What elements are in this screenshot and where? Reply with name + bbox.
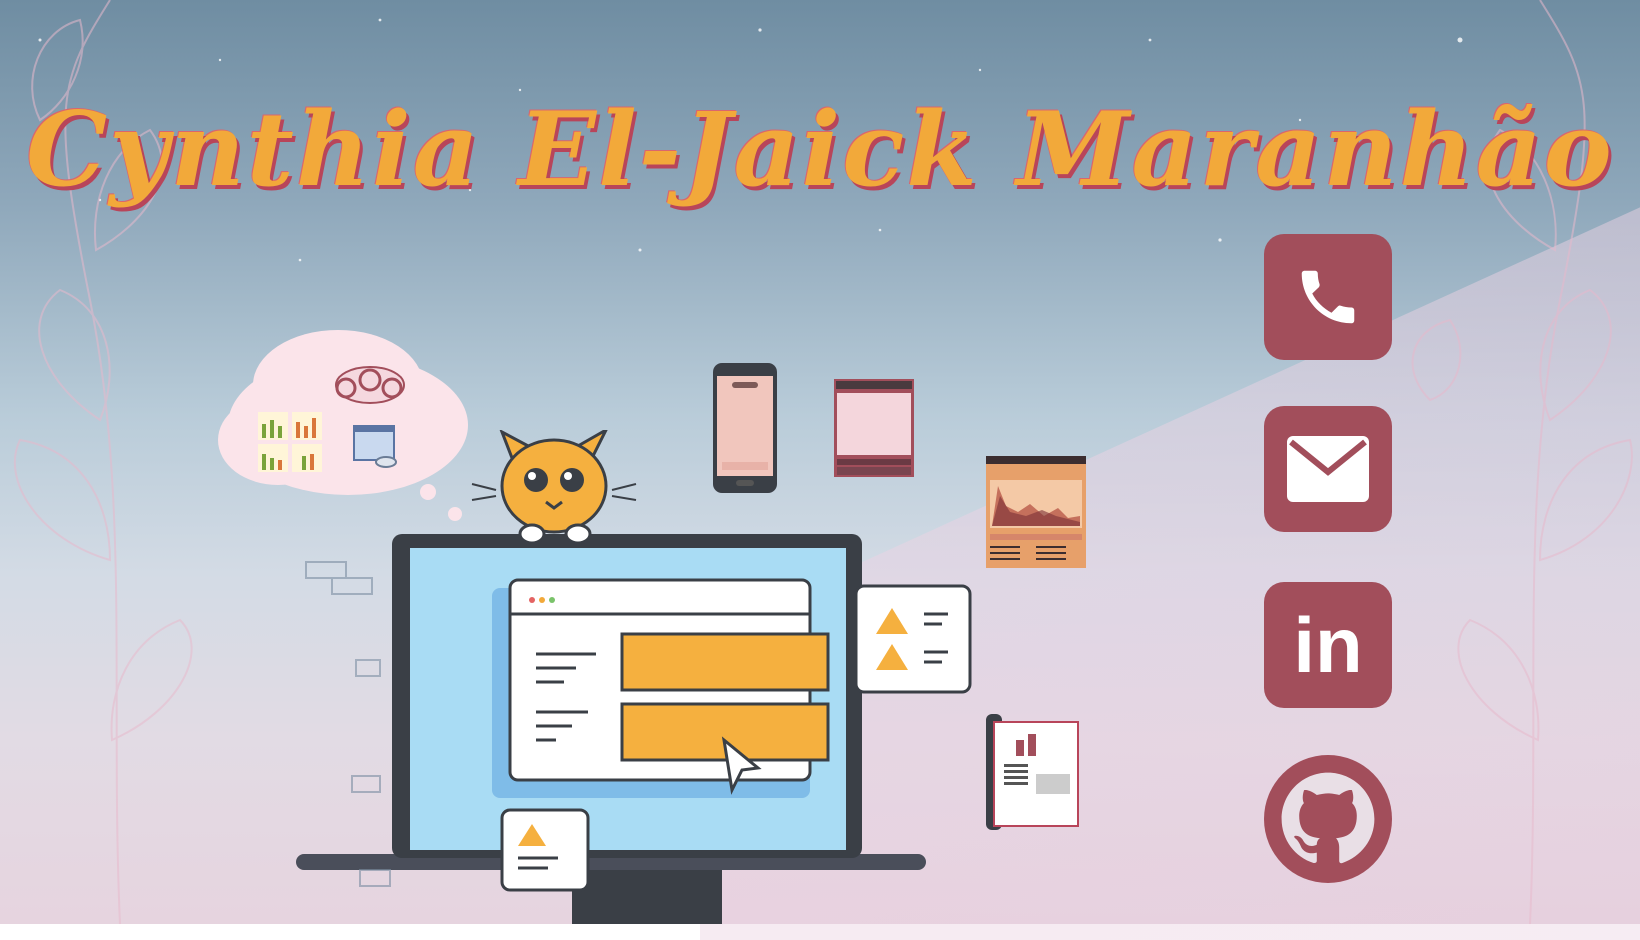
cat-mascot-icon: [471, 430, 637, 545]
page-title-wrap: Cynthia El-Jaick Maranhão: [0, 20, 1640, 280]
histogram-window: [986, 456, 1086, 568]
github-icon: [1264, 755, 1392, 883]
report-document: [986, 714, 1079, 830]
github-button[interactable]: [1264, 755, 1392, 883]
page-title: Cynthia El-Jaick Maranhão: [26, 90, 1614, 210]
phone-icon: [1301, 270, 1355, 324]
envelope-icon: [1287, 436, 1369, 502]
linkedin-button[interactable]: in: [1264, 582, 1392, 708]
email-button[interactable]: [1264, 406, 1392, 532]
linkedin-icon: in: [1293, 601, 1363, 689]
laptop-illustration: [296, 430, 972, 924]
phone-button[interactable]: [1264, 234, 1392, 360]
cloud-gears-icon: [335, 366, 405, 404]
